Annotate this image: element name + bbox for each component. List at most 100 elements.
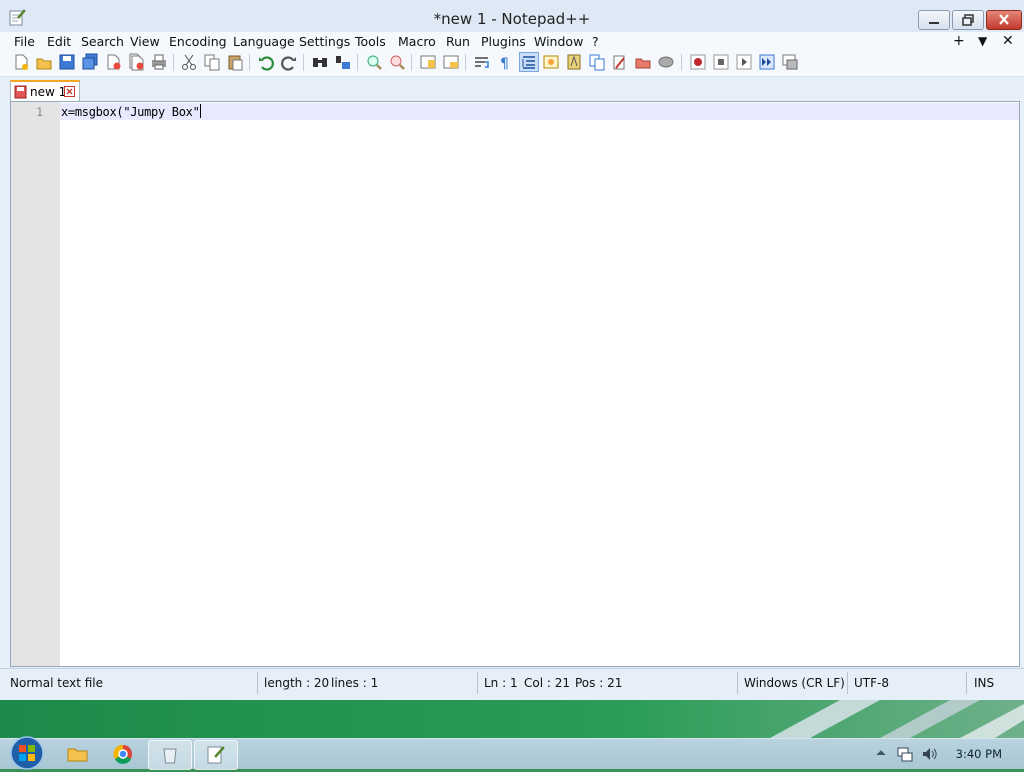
status-bar: Normal text file length : 20 lines : 1 L… [0, 668, 1024, 697]
tab-label: new 1 [30, 85, 67, 99]
show-all-chars-icon[interactable]: ¶ [496, 53, 514, 71]
unsaved-file-icon [14, 85, 27, 99]
menu-language[interactable]: Language [233, 34, 295, 49]
menu-edit[interactable]: Edit [47, 34, 71, 49]
status-file-type: Normal text file [10, 676, 104, 690]
status-lines: lines : 1 [331, 676, 379, 690]
code-text: x=msgbox("Jumpy Box" [61, 105, 200, 119]
menu-macro[interactable]: Macro [398, 34, 436, 49]
new-file-icon[interactable] [12, 53, 30, 71]
taskbar-recycle-bin[interactable] [148, 740, 192, 770]
zoom-in-icon[interactable] [365, 53, 383, 71]
tab-bar: new 1 [0, 77, 1024, 103]
line-number-gutter: 1 [11, 102, 60, 666]
close-all-icon[interactable] [127, 53, 145, 71]
menu-plugins[interactable]: Plugins [481, 34, 526, 49]
menu-help[interactable]: ? [592, 34, 599, 49]
status-separator [847, 672, 848, 694]
menu-run[interactable]: Run [446, 34, 470, 49]
open-file-icon[interactable] [35, 53, 53, 71]
status-separator [257, 672, 258, 694]
save-all-icon[interactable] [81, 53, 99, 71]
toolbar-separator [303, 54, 304, 71]
status-ln: Ln : 1 [484, 676, 518, 690]
play-macro-icon[interactable] [735, 53, 753, 71]
tab-close-icon[interactable] [64, 86, 75, 97]
taskbar-clock[interactable]: 3:40 PM [956, 747, 1002, 761]
undo-icon[interactable] [257, 53, 275, 71]
menu-view[interactable]: View [130, 34, 160, 49]
code-line[interactable]: x=msgbox("Jumpy Box" [61, 104, 201, 119]
toolbar-separator [681, 54, 682, 71]
status-separator [477, 672, 478, 694]
status-encoding[interactable]: UTF-8 [854, 676, 889, 690]
desktop-wallpaper [770, 700, 1024, 738]
zoom-out-icon[interactable] [388, 53, 406, 71]
minimize-icon [929, 22, 939, 24]
taskbar-explorer[interactable] [56, 740, 98, 768]
find-icon[interactable] [311, 53, 329, 71]
toolbar-separator [465, 54, 466, 71]
text-editor[interactable]: 1 x=msgbox("Jumpy Box" [10, 101, 1020, 667]
taskbar-chrome[interactable] [102, 740, 144, 768]
sync-horizontal-icon[interactable] [442, 53, 460, 71]
status-length: length : 20 [264, 676, 330, 690]
minimize-button[interactable] [918, 10, 950, 30]
close-icon[interactable] [104, 53, 122, 71]
menu-search[interactable]: Search [81, 34, 124, 49]
status-col: Col : 21 [524, 676, 570, 690]
user-language-icon[interactable] [542, 53, 560, 71]
print-icon[interactable] [150, 53, 168, 71]
status-separator [966, 672, 967, 694]
toolbar-separator [357, 54, 358, 71]
status-insert-mode[interactable]: INS [974, 676, 994, 690]
close-icon [999, 14, 1009, 25]
restore-button[interactable] [952, 10, 984, 30]
tab-list-button[interactable]: ▼ [978, 34, 987, 48]
svg-text:¶: ¶ [500, 56, 509, 71]
redo-icon[interactable] [280, 53, 298, 71]
cut-icon[interactable] [180, 53, 198, 71]
toolbar-separator [173, 54, 174, 71]
save-icon[interactable] [58, 53, 76, 71]
paste-icon[interactable] [226, 53, 244, 71]
new-tab-button[interactable]: + [953, 33, 965, 49]
restore-icon [962, 14, 974, 26]
monitoring-icon[interactable] [657, 53, 675, 71]
show-hidden-icons-icon[interactable] [876, 748, 886, 758]
line-number: 1 [36, 105, 43, 119]
toolbar-separator [411, 54, 412, 71]
tab-new-1[interactable]: new 1 [10, 80, 80, 103]
function-list-icon[interactable] [588, 53, 606, 71]
copy-icon[interactable] [203, 53, 221, 71]
sync-vertical-icon[interactable] [419, 53, 437, 71]
indent-guide-icon[interactable] [519, 52, 539, 72]
title-bar[interactable]: *new 1 - Notepad++ [0, 0, 1024, 34]
volume-icon[interactable] [920, 745, 938, 763]
menu-tools[interactable]: Tools [355, 34, 386, 49]
start-button-icon[interactable] [8, 735, 46, 771]
taskbar-notepadpp[interactable] [194, 740, 238, 770]
close-window-button[interactable] [986, 10, 1022, 30]
menu-settings[interactable]: Settings [299, 34, 350, 49]
record-macro-icon[interactable] [689, 53, 707, 71]
document-list-icon[interactable] [634, 53, 652, 71]
network-icon[interactable] [896, 745, 914, 763]
folder-workspace-icon[interactable] [611, 53, 629, 71]
text-caret [199, 104, 201, 118]
notepadpp-icon [207, 746, 225, 764]
status-eol[interactable]: Windows (CR LF) [744, 676, 845, 690]
menu-file[interactable]: File [14, 34, 35, 49]
close-tab-button[interactable]: ✕ [1002, 33, 1014, 49]
menu-window[interactable]: Window [534, 34, 583, 49]
menu-encoding[interactable]: Encoding [169, 34, 227, 49]
word-wrap-icon[interactable] [473, 53, 491, 71]
save-macro-icon[interactable] [781, 53, 799, 71]
toolbar-separator [249, 54, 250, 71]
run-macro-multiple-icon[interactable] [758, 53, 776, 71]
status-separator [737, 672, 738, 694]
replace-icon[interactable] [334, 53, 352, 71]
chrome-icon [113, 744, 132, 764]
document-map-icon[interactable] [565, 53, 583, 71]
stop-recording-icon[interactable] [712, 53, 730, 71]
